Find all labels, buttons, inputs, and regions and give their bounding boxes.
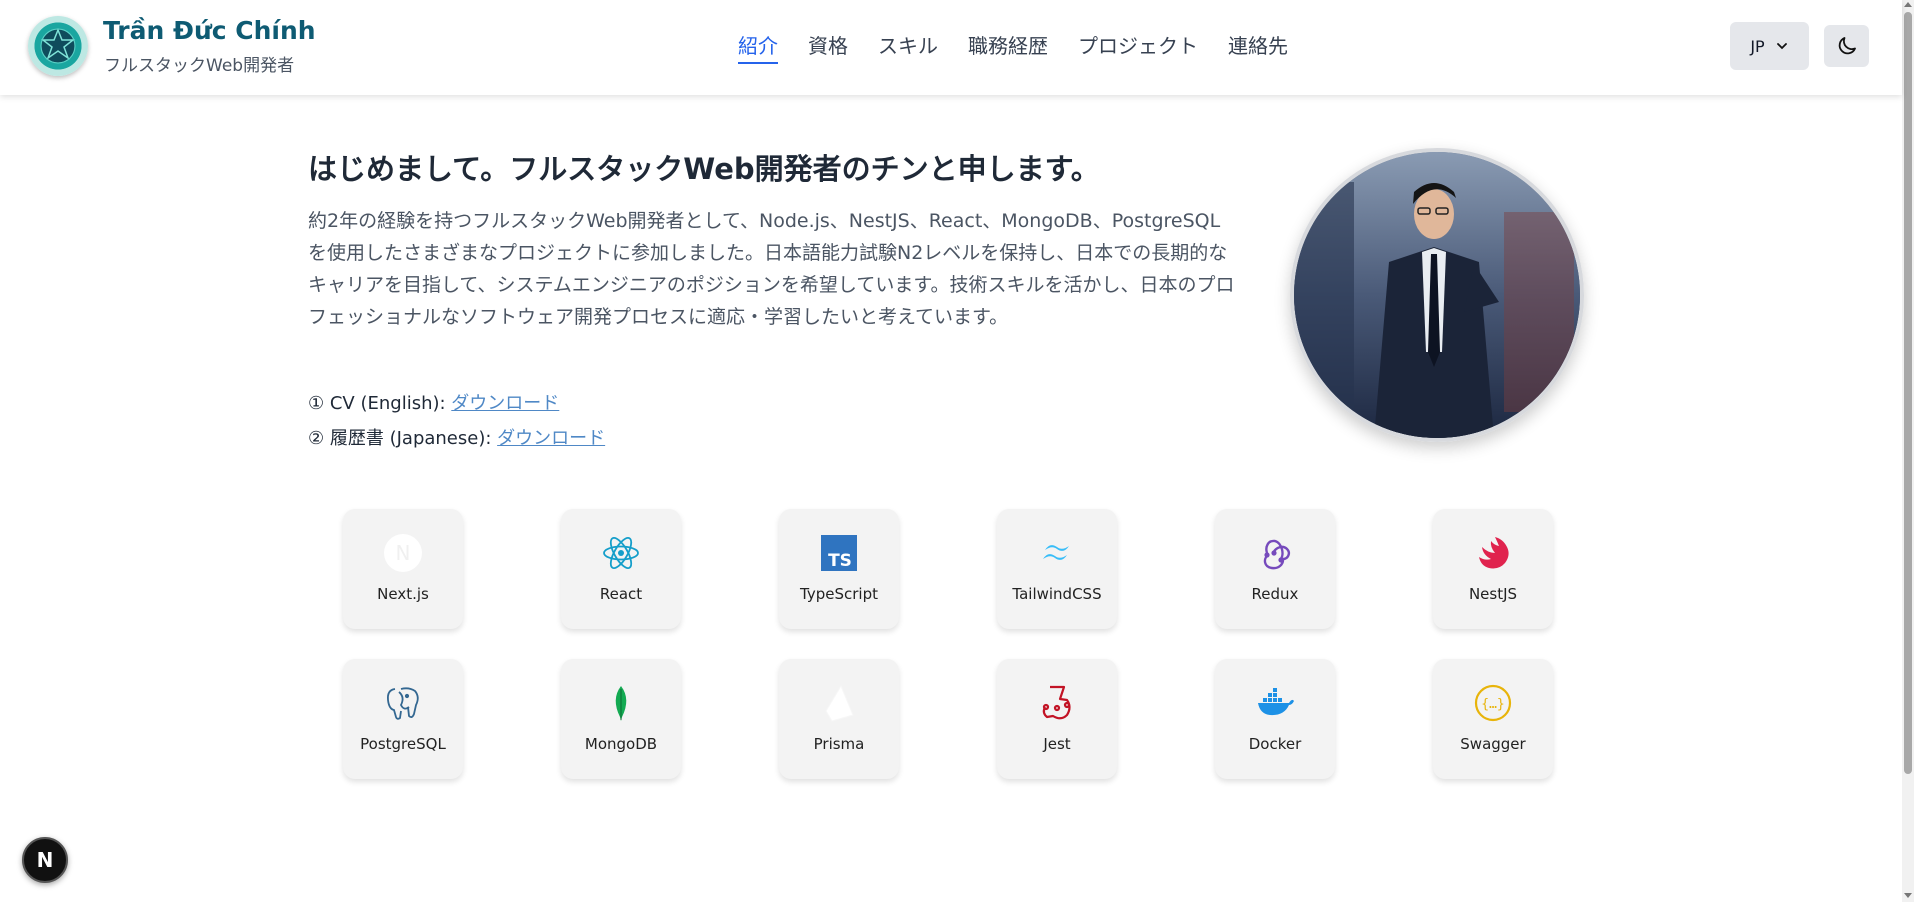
cv-japanese-label: ② 履歴書 (Japanese): — [308, 428, 498, 449]
mongodb-icon — [615, 686, 627, 721]
tech-label: Swagger — [1460, 735, 1526, 753]
tech-card-react[interactable]: React — [561, 509, 681, 629]
postgresql-icon — [386, 687, 419, 720]
logo[interactable] — [28, 16, 88, 76]
chevron-down-icon — [1776, 43, 1787, 50]
scroll-up-arrow-icon[interactable] — [1904, 2, 1912, 7]
tech-card-typescript[interactable]: TS TypeScript — [779, 509, 899, 629]
typescript-icon: TS — [821, 535, 857, 571]
theme-toggle-button[interactable] — [1824, 25, 1869, 67]
svg-text:TS: TS — [828, 551, 852, 571]
page-title: はじめまして。フルスタックWeb開発者のチンと申します。 — [308, 152, 1100, 186]
cv-japanese-download-link[interactable]: ダウンロード — [497, 428, 605, 449]
redux-icon — [1263, 539, 1291, 570]
cv-english-download-link[interactable]: ダウンロード — [451, 393, 559, 414]
tech-label: Jest — [1043, 735, 1071, 753]
cv-english-label: ① CV (English): — [308, 393, 452, 414]
main-nav: 紹介 資格 スキル 職務経歴 プロジェクト 連絡先 — [738, 30, 1318, 64]
jest-icon — [1042, 685, 1071, 720]
tech-card-jest[interactable]: Jest — [997, 659, 1117, 779]
tech-card-swagger[interactable]: {…} Swagger — [1433, 659, 1553, 779]
language-label: JP — [1750, 36, 1765, 56]
cv-japanese-row: ② 履歴書 (Japanese): ダウンロード — [308, 424, 605, 450]
prisma-icon — [825, 684, 854, 722]
react-icon — [603, 537, 639, 569]
tech-card-redux[interactable]: Redux — [1215, 509, 1335, 629]
nextjs-dev-tools-button[interactable]: N — [22, 837, 68, 883]
logo-emblem-icon — [40, 27, 76, 64]
language-selector[interactable]: JP — [1730, 22, 1809, 70]
nav-item-certifications[interactable]: 資格 — [808, 30, 848, 64]
nav-item-skills[interactable]: スキル — [878, 30, 938, 64]
docker-icon — [1258, 688, 1294, 716]
profile-photo — [1290, 148, 1584, 442]
tech-label: React — [599, 585, 643, 603]
nestjs-icon — [1479, 537, 1509, 569]
tech-label: PostgreSQL — [360, 735, 446, 753]
nextjs-icon: N — [384, 534, 422, 572]
tech-label: Next.js — [377, 585, 429, 603]
scrollbar[interactable] — [1902, 0, 1914, 902]
tech-label: MongoDB — [584, 735, 658, 753]
svg-text:N: N — [396, 541, 411, 565]
tech-card-nextjs[interactable]: N Next.js — [343, 509, 463, 629]
site-header: Trần Đức Chính フルスタックWeb開発者 紹介 資格 スキル 職務… — [0, 0, 1902, 95]
scroll-down-arrow-icon[interactable] — [1904, 893, 1912, 898]
tech-card-docker[interactable]: Docker — [1215, 659, 1335, 779]
moon-icon — [1838, 37, 1856, 55]
tech-label: Prisma — [813, 735, 865, 753]
nav-item-experience[interactable]: 職務経歴 — [968, 30, 1048, 64]
person-photo-illustration — [1294, 152, 1580, 438]
cv-english-row: ① CV (English): ダウンロード — [308, 389, 559, 415]
nav-item-contact[interactable]: 連絡先 — [1228, 30, 1288, 64]
tech-card-prisma[interactable]: Prisma — [779, 659, 899, 779]
brand-name[interactable]: Trần Đức Chính — [103, 16, 316, 45]
swagger-icon: {…} — [1474, 684, 1512, 722]
scrollbar-thumb[interactable] — [1904, 12, 1912, 774]
tech-label: Docker — [1248, 735, 1302, 753]
tech-label: Redux — [1251, 585, 1299, 603]
tech-label: TypeScript — [800, 585, 878, 603]
tech-card-nestjs[interactable]: NestJS — [1433, 509, 1553, 629]
tailwind-icon — [1043, 545, 1069, 560]
tech-label: NestJS — [1468, 585, 1518, 603]
tech-card-tailwindcss[interactable]: TailwindCSS — [997, 509, 1117, 629]
nav-item-intro[interactable]: 紹介 — [738, 30, 778, 64]
intro-paragraph: 約2年の経験を持つフルスタックWeb開発者として、Node.js、NestJS、… — [308, 210, 1235, 328]
nav-item-projects[interactable]: プロジェクト — [1078, 30, 1198, 64]
tech-card-postgresql[interactable]: PostgreSQL — [343, 659, 463, 779]
svg-text:{…}: {…} — [1481, 697, 1504, 712]
tech-card-mongodb[interactable]: MongoDB — [561, 659, 681, 779]
tech-label: TailwindCSS — [1012, 585, 1102, 603]
brand-subtitle: フルスタックWeb開発者 — [104, 56, 295, 76]
